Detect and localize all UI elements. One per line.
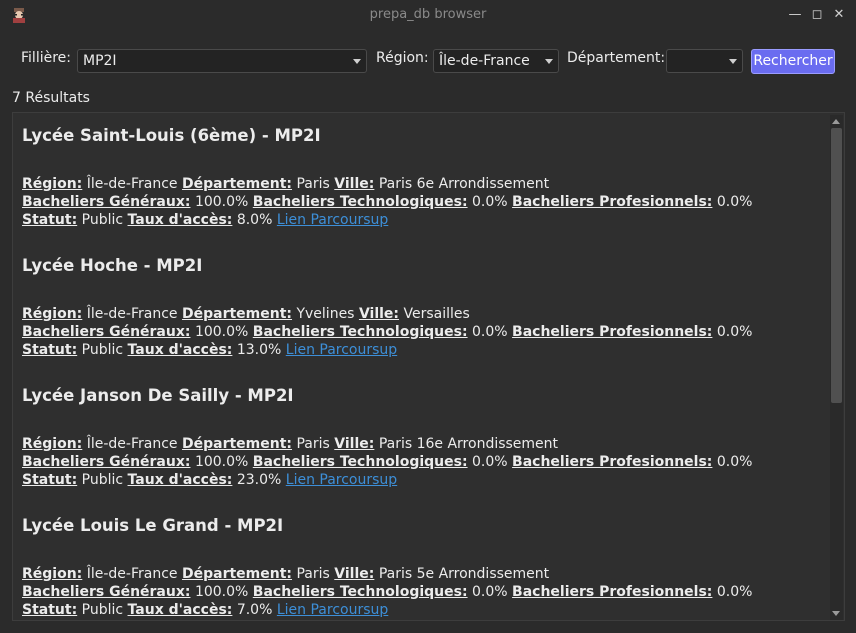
filiere-select-value: MP2I xyxy=(83,53,117,69)
filiere-select[interactable]: MP2I xyxy=(77,49,367,73)
ville-value: Paris 6e Arrondissement xyxy=(378,176,550,192)
result-card: Lycée Louis Le Grand - MP2I Région: Île-… xyxy=(22,515,822,620)
region-value: Île-de-France xyxy=(86,306,178,322)
ville-key: Ville: xyxy=(334,436,375,452)
result-card: Lycée Janson De Sailly - MP2I Région: Îl… xyxy=(22,385,822,515)
pro-value: 0.0% xyxy=(716,194,753,210)
statut-value: Public xyxy=(81,342,124,358)
results-count: 7 Résultats xyxy=(12,90,90,106)
region-value: Île-de-France xyxy=(86,176,178,192)
pro-value: 0.0% xyxy=(716,454,753,470)
pro-key: Bacheliers Profesionnels: xyxy=(512,584,713,600)
statut-value: Public xyxy=(81,602,124,618)
region-key: Région: xyxy=(22,306,83,322)
scroll-up-arrow-icon[interactable] xyxy=(832,119,840,124)
departement-key: Département: xyxy=(181,436,293,452)
taux-value: 13.0% xyxy=(236,342,282,358)
departement-label: Département: xyxy=(567,50,666,66)
filiere-label: Fillière: xyxy=(21,50,71,66)
parcoursup-link[interactable]: Lien Parcoursup xyxy=(277,602,388,618)
maximize-button[interactable]: ◻ xyxy=(809,7,825,23)
generaux-value: 100.0% xyxy=(194,584,249,600)
statut-key: Statut: xyxy=(22,342,78,358)
region-value: Île-de-France xyxy=(86,566,178,582)
ville-value: Versailles xyxy=(403,306,470,322)
region-key: Région: xyxy=(22,436,83,452)
region-select[interactable]: Île-de-France xyxy=(433,49,559,73)
pro-key: Bacheliers Profesionnels: xyxy=(512,324,713,340)
techno-value: 0.0% xyxy=(472,584,508,600)
result-title: Lycée Louis Le Grand - MP2I xyxy=(22,516,284,535)
ville-key: Ville: xyxy=(358,306,400,322)
taux-value: 8.0% xyxy=(236,212,273,228)
taux-value: 7.0% xyxy=(236,602,273,618)
region-select-value: Île-de-France xyxy=(439,53,530,69)
statut-value: Public xyxy=(81,212,124,228)
scrollbar-thumb[interactable] xyxy=(831,128,842,403)
region-label: Région: xyxy=(376,50,429,66)
taux-key: Taux d'accès: xyxy=(127,212,233,228)
techno-key: Bacheliers Technologiques: xyxy=(252,194,468,210)
parcoursup-link[interactable]: Lien Parcoursup xyxy=(286,342,397,358)
result-card: Lycée Saint-Louis (6ème) - MP2I Région: … xyxy=(22,125,822,255)
generaux-value: 100.0% xyxy=(194,454,249,470)
results-scrollbar[interactable] xyxy=(830,115,843,620)
techno-key: Bacheliers Technologiques: xyxy=(252,584,468,600)
region-key: Région: xyxy=(22,176,83,192)
taux-key: Taux d'accès: xyxy=(127,342,233,358)
pro-key: Bacheliers Profesionnels: xyxy=(512,454,713,470)
generaux-key: Bacheliers Généraux: xyxy=(22,194,191,210)
statut-key: Statut: xyxy=(22,472,78,488)
window-title: prepa_db browser xyxy=(369,7,487,22)
departement-value: Paris xyxy=(296,176,330,192)
departement-value: Paris xyxy=(296,436,330,452)
techno-value: 0.0% xyxy=(472,194,508,210)
generaux-key: Bacheliers Généraux: xyxy=(22,324,191,340)
departement-value: Paris xyxy=(296,566,330,582)
result-card: Lycée Hoche - MP2I Région: Île-de-France… xyxy=(22,255,822,385)
departement-key: Département: xyxy=(181,176,293,192)
minimize-button[interactable]: — xyxy=(787,7,803,23)
close-button[interactable]: ✕ xyxy=(831,7,847,23)
scroll-down-arrow-icon[interactable] xyxy=(832,611,840,616)
ville-value: Paris 16e Arrondissement xyxy=(378,436,559,452)
generaux-key: Bacheliers Généraux: xyxy=(22,584,191,600)
taux-key: Taux d'accès: xyxy=(127,602,233,618)
generaux-value: 100.0% xyxy=(194,194,249,210)
chevron-down-icon xyxy=(729,59,737,64)
parcoursup-link[interactable]: Lien Parcoursup xyxy=(286,472,397,488)
ville-value: Paris 5e Arrondissement xyxy=(378,566,550,582)
result-title: Lycée Janson De Sailly - MP2I xyxy=(22,386,294,405)
region-value: Île-de-France xyxy=(86,436,178,452)
departement-key: Département: xyxy=(181,306,293,322)
taux-key: Taux d'accès: xyxy=(127,472,233,488)
departement-value: Yvelines xyxy=(296,306,355,322)
generaux-key: Bacheliers Généraux: xyxy=(22,454,191,470)
ville-key: Ville: xyxy=(334,566,375,582)
search-button[interactable]: Rechercher xyxy=(751,49,835,74)
departement-key: Département: xyxy=(181,566,293,582)
region-key: Région: xyxy=(22,566,83,582)
result-title: Lycée Hoche - MP2I xyxy=(22,256,203,275)
statut-key: Statut: xyxy=(22,602,78,618)
chevron-down-icon xyxy=(545,59,553,64)
generaux-value: 100.0% xyxy=(194,324,249,340)
pro-key: Bacheliers Profesionnels: xyxy=(512,194,713,210)
pro-value: 0.0% xyxy=(716,584,753,600)
statut-value: Public xyxy=(81,472,124,488)
techno-key: Bacheliers Technologiques: xyxy=(252,454,468,470)
ville-key: Ville: xyxy=(334,176,375,192)
results-panel[interactable]: Lycée Saint-Louis (6ème) - MP2I Région: … xyxy=(12,112,845,621)
chevron-down-icon xyxy=(353,59,361,64)
techno-value: 0.0% xyxy=(472,454,508,470)
statut-key: Statut: xyxy=(22,212,78,228)
pro-value: 0.0% xyxy=(716,324,753,340)
taux-value: 23.0% xyxy=(236,472,282,488)
techno-key: Bacheliers Technologiques: xyxy=(252,324,468,340)
title-bar: prepa_db browser — ◻ ✕ xyxy=(0,0,856,32)
techno-value: 0.0% xyxy=(472,324,508,340)
result-title: Lycée Saint-Louis (6ème) - MP2I xyxy=(22,126,321,145)
departement-select[interactable] xyxy=(666,49,743,73)
parcoursup-link[interactable]: Lien Parcoursup xyxy=(277,212,388,228)
